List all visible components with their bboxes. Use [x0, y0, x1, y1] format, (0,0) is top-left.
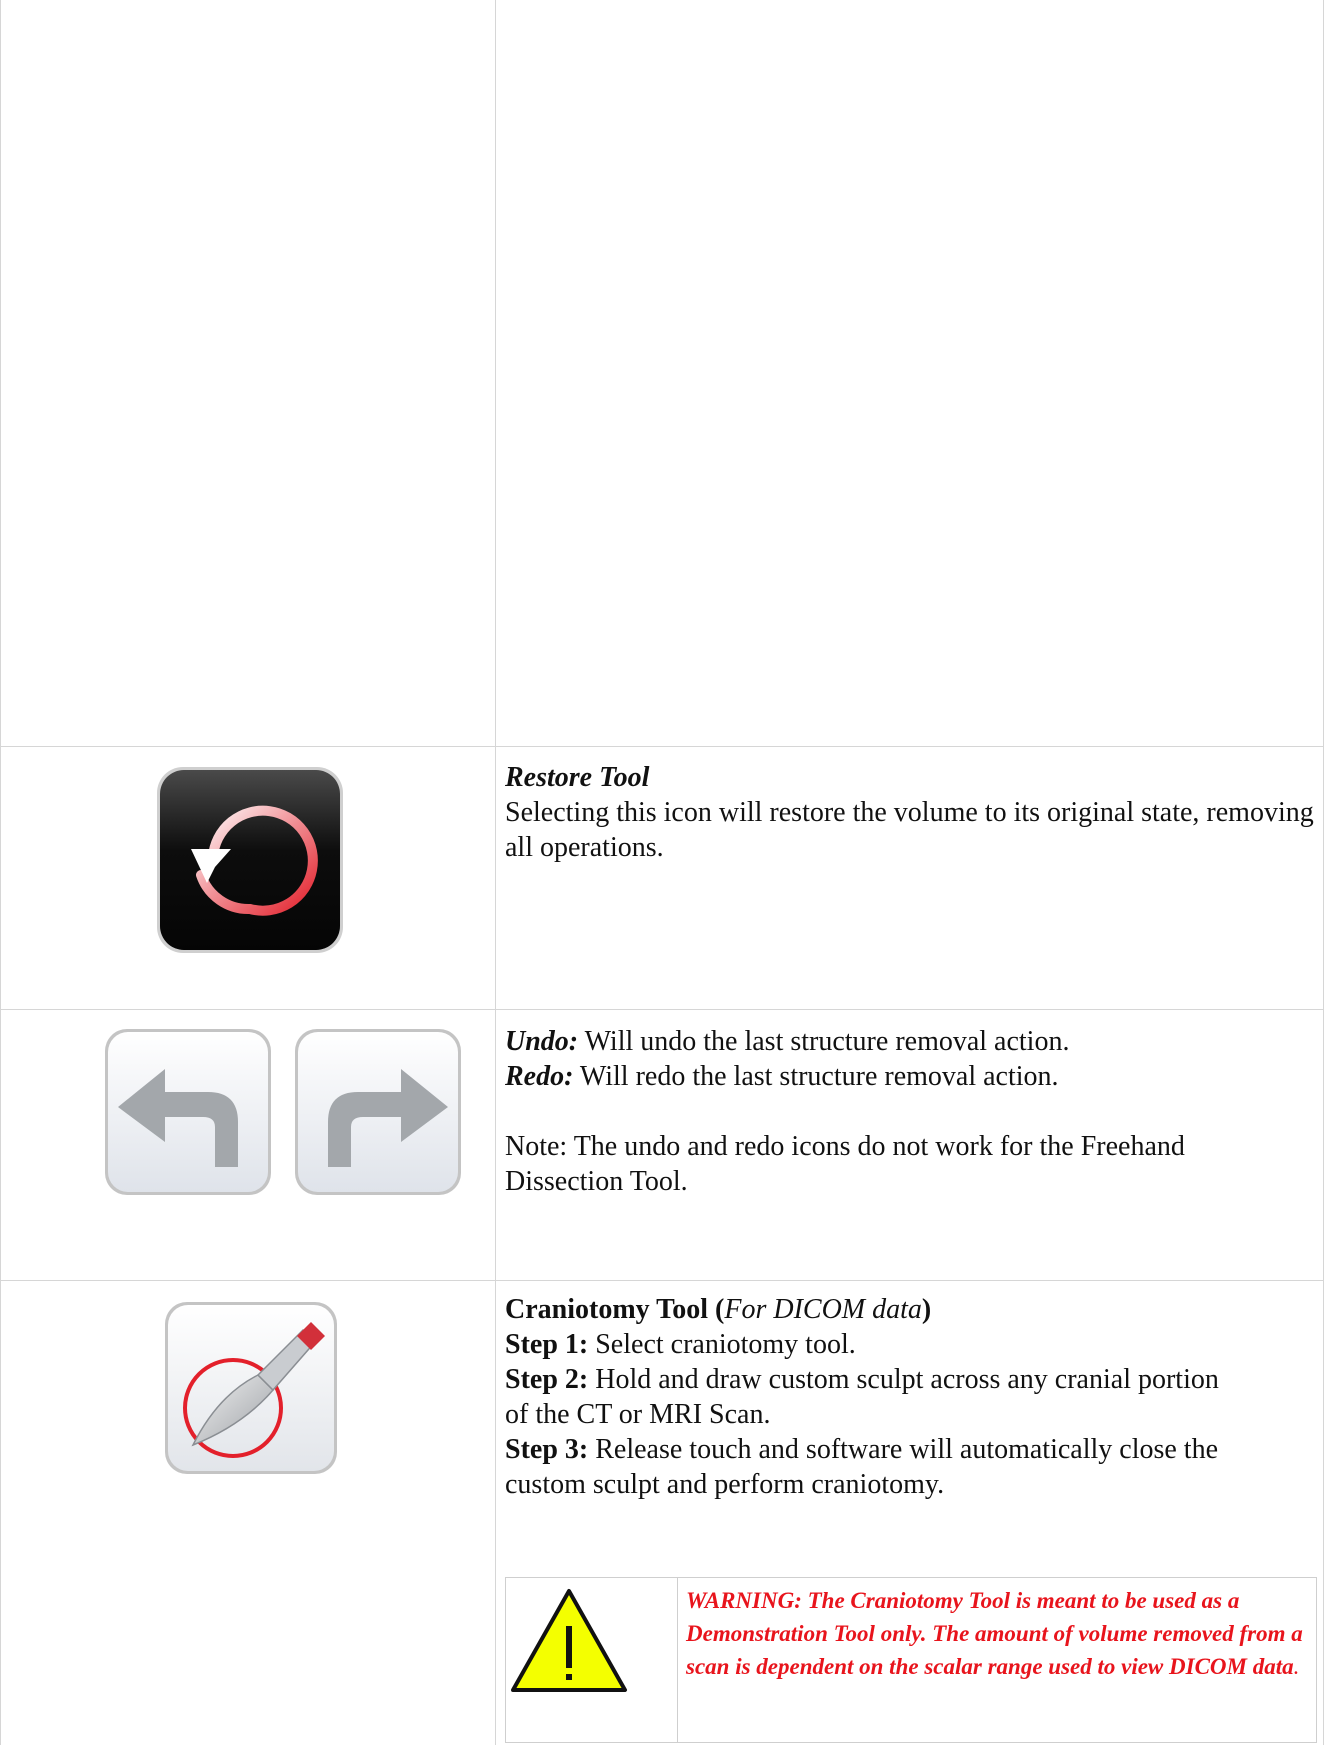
row-divider [0, 1280, 1324, 1281]
warning-triangle-icon [510, 1588, 628, 1694]
undo-redo-description: Undo: Will undo the last structure remov… [505, 1024, 1315, 1199]
craniotomy-description: Craniotomy Tool (For DICOM data) Step 1:… [505, 1292, 1315, 1502]
warning-box: WARNING: The Craniotomy Tool is meant to… [505, 1577, 1317, 1743]
step-1: Step 1: Select craniotomy tool. [505, 1329, 856, 1360]
restore-icon[interactable] [155, 765, 345, 955]
redo-icon[interactable] [293, 1027, 463, 1197]
craniotomy-title: Craniotomy Tool (For DICOM data) [505, 1294, 932, 1325]
undo-label: Undo: [505, 1026, 579, 1057]
warning-box-divider [677, 1578, 678, 1742]
redo-line: Redo: Will redo the last structure remov… [505, 1059, 1315, 1094]
step-2: Step 2: Hold and draw custom sculpt acro… [505, 1364, 1219, 1430]
table-column-divider [495, 0, 496, 1745]
undo-text: Will undo the last structure removal act… [578, 1026, 1070, 1057]
redo-text: Will redo the last structure removal act… [573, 1061, 1059, 1092]
warning-text: WARNING: The Craniotomy Tool is meant to… [686, 1588, 1303, 1679]
undo-redo-note: Note: The undo and redo icons do not wor… [505, 1131, 1185, 1197]
undo-icon[interactable] [103, 1027, 273, 1197]
undo-line: Undo: Will undo the last structure remov… [505, 1024, 1315, 1059]
table-border-left [0, 0, 1, 1745]
scalpel-icon[interactable] [163, 1300, 339, 1476]
restore-title: Restore Tool [505, 762, 650, 793]
step-3: Step 3: Release touch and software will … [505, 1434, 1219, 1500]
row-divider [0, 1009, 1324, 1010]
row-divider [0, 746, 1324, 747]
redo-label: Redo: [505, 1061, 574, 1092]
restore-body: Selecting this icon will restore the vol… [505, 797, 1314, 863]
restore-description: Restore Tool Selecting this icon will re… [505, 760, 1315, 865]
